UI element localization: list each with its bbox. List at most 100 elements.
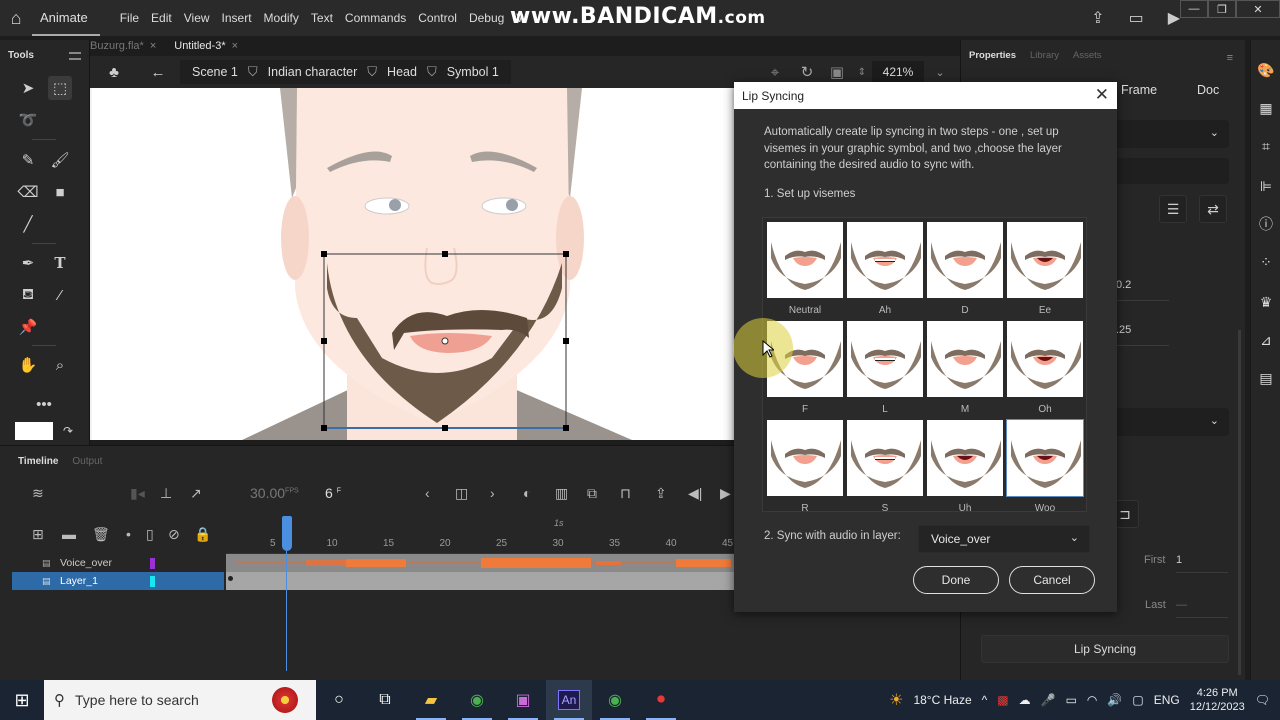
panel-menu-icon[interactable]: ≡ [1227, 52, 1233, 64]
home-icon[interactable]: ⌂ [0, 0, 32, 36]
back-arrow-icon[interactable]: ← [146, 60, 170, 84]
workspace-icon[interactable]: ▭ [1129, 8, 1144, 28]
viseme-ee[interactable]: Ee [1007, 222, 1083, 320]
viseme-thumbnail[interactable] [1007, 321, 1083, 397]
brush-tool-icon[interactable]: 🖌 [48, 148, 72, 172]
settings-sliders-button[interactable]: ☰ [1159, 195, 1187, 223]
show-hidden-icons-chevron-icon[interactable]: ^ [982, 693, 988, 707]
loop-icon[interactable]: ⇪ [655, 485, 667, 502]
insert-frame-icon[interactable]: ⊓ [620, 485, 631, 502]
next-keyframe-icon[interactable]: › [490, 485, 495, 501]
wifi-icon[interactable]: ◠ [1087, 693, 1097, 707]
viseme-ah[interactable]: Ah [847, 222, 923, 320]
tab-assets[interactable]: Assets [1073, 50, 1102, 61]
visibility-icon[interactable]: ⊘ [168, 526, 180, 543]
onion-skin-icon[interactable]: ◐ [523, 485, 531, 501]
rotate-stage-icon[interactable]: ↻ [795, 60, 819, 84]
first-value[interactable]: 1 [1176, 554, 1182, 566]
lasso-tool-icon[interactable]: ➰ [16, 108, 40, 132]
hand-tool-icon[interactable]: ✋ [16, 353, 40, 377]
cancel-button[interactable]: Cancel [1009, 566, 1095, 594]
menu-insert[interactable]: Insert [222, 11, 252, 25]
zoom-tool-icon[interactable]: ⌕ [48, 353, 72, 377]
motion-editor-icon[interactable]: ⊿ [1256, 330, 1276, 350]
viseme-thumbnail[interactable] [847, 321, 923, 397]
lock-icon[interactable]: 🔒 [194, 526, 211, 543]
viseme-thumbnail[interactable] [927, 321, 1003, 397]
timeline-ruler[interactable]: 1s 5 10 15 20 25 30 35 40 45 [226, 516, 736, 554]
eyedropper-tool-icon[interactable]: ⁄ [48, 283, 72, 307]
notifications-icon[interactable]: 🗨 [1255, 693, 1270, 707]
weather-icon[interactable]: ☀ [889, 690, 903, 710]
minimize-button[interactable]: — [1180, 0, 1208, 18]
pin-tool-icon[interactable]: 📌 [16, 315, 40, 339]
viseme-thumbnail[interactable] [927, 420, 1003, 496]
menu-file[interactable]: File [120, 11, 139, 25]
center-stage-icon[interactable]: ⌖ [763, 60, 787, 84]
lip-syncing-button[interactable]: Lip Syncing [981, 635, 1229, 663]
close-tab-icon[interactable]: × [232, 40, 238, 52]
subtab-doc[interactable]: Doc [1197, 83, 1219, 97]
brush-library-icon[interactable]: ♛ [1256, 292, 1276, 312]
rectangle-tool-icon[interactable]: ■ [48, 180, 72, 204]
chrome-icon-2[interactable]: ◉ [592, 680, 638, 720]
microphone-icon[interactable]: 🎤 [1041, 693, 1056, 707]
cortana-icon[interactable]: ○ [316, 680, 362, 720]
layer-row-layer-1[interactable]: ▤ Layer_1 [12, 572, 224, 590]
playhead[interactable] [282, 516, 292, 551]
symbol-type-dropdown[interactable]: ⌄ [1111, 120, 1229, 148]
close-window-button[interactable]: ✕ [1236, 0, 1280, 18]
property-value-1[interactable]: 0.2 [1116, 279, 1131, 291]
menu-debug[interactable]: Debug [469, 11, 504, 25]
voice-over-track[interactable] [226, 554, 736, 572]
graph-icon[interactable]: ↗ [190, 485, 202, 502]
pen-tool-icon[interactable]: ✒ [16, 251, 40, 275]
scrollbar[interactable] [1238, 330, 1241, 675]
menu-modify[interactable]: Modify [264, 11, 299, 25]
viseme-thumbnail[interactable] [1007, 222, 1083, 298]
menu-edit[interactable]: Edit [151, 11, 172, 25]
close-tab-icon[interactable]: × [150, 40, 156, 52]
taskbar-search-box[interactable]: ⚲ Type here to search [44, 680, 316, 720]
fill-color-swatch[interactable] [15, 422, 53, 440]
previous-keyframe-icon[interactable]: ‹ [425, 485, 430, 501]
viseme-thumbnail[interactable] [767, 420, 843, 496]
chrome-icon[interactable]: ◉ [454, 680, 500, 720]
viseme-s[interactable]: S [847, 420, 923, 518]
fps-display[interactable]: 30.00FPS [250, 485, 299, 501]
swap-symbol-button[interactable]: ⇄ [1199, 195, 1227, 223]
language-indicator[interactable]: ENG [1154, 693, 1180, 707]
symbol-icon[interactable]: ♣ [102, 60, 126, 84]
motion-presets-icon[interactable]: ⁘ [1256, 252, 1276, 272]
layer-parenting-icon[interactable]: ⊥ [160, 485, 172, 502]
viseme-woo[interactable]: Woo [1006, 419, 1084, 518]
menu-control[interactable]: Control [418, 11, 457, 25]
viseme-thumbnail[interactable] [847, 222, 923, 298]
info-icon[interactable]: ⓘ [1256, 214, 1276, 234]
task-view-icon[interactable]: ⧉ [362, 680, 408, 720]
audio-layer-dropdown[interactable]: Voice_over ⌄ [918, 525, 1090, 553]
viseme-thumbnail[interactable] [927, 222, 1003, 298]
delete-layer-icon[interactable]: 🗑 [92, 526, 110, 543]
file-explorer-icon[interactable]: ▰ [408, 680, 454, 720]
panel-menu-icon[interactable] [69, 52, 81, 60]
acrobat-icon[interactable]: ▩ [997, 693, 1008, 707]
viseme-r[interactable]: R [767, 420, 843, 518]
volume-icon[interactable]: 🔊 [1107, 693, 1122, 707]
color-palette-icon[interactable]: 🎨 [1256, 60, 1276, 80]
stage-canvas[interactable] [92, 88, 732, 440]
test-movie-icon[interactable]: ▶ [1168, 8, 1180, 28]
onedrive-icon[interactable]: ☁ [1019, 693, 1031, 707]
subselection-tool-icon[interactable]: ⬚ [48, 76, 72, 100]
more-tools-icon[interactable]: ••• [32, 392, 56, 416]
close-icon[interactable]: ✕ [1095, 85, 1109, 105]
animate-taskbar-icon[interactable]: An [546, 680, 592, 720]
viseme-thumbnail[interactable] [1006, 419, 1084, 497]
last-value[interactable]: — [1176, 599, 1187, 611]
new-folder-icon[interactable]: ▬ [62, 526, 76, 542]
done-button[interactable]: Done [913, 566, 999, 594]
menu-text[interactable]: Text [311, 11, 333, 25]
property-value-2[interactable]: .25 [1116, 324, 1131, 336]
subtab-frame[interactable]: Frame [1121, 83, 1157, 97]
share-icon[interactable]: ⇪ [1091, 8, 1104, 28]
